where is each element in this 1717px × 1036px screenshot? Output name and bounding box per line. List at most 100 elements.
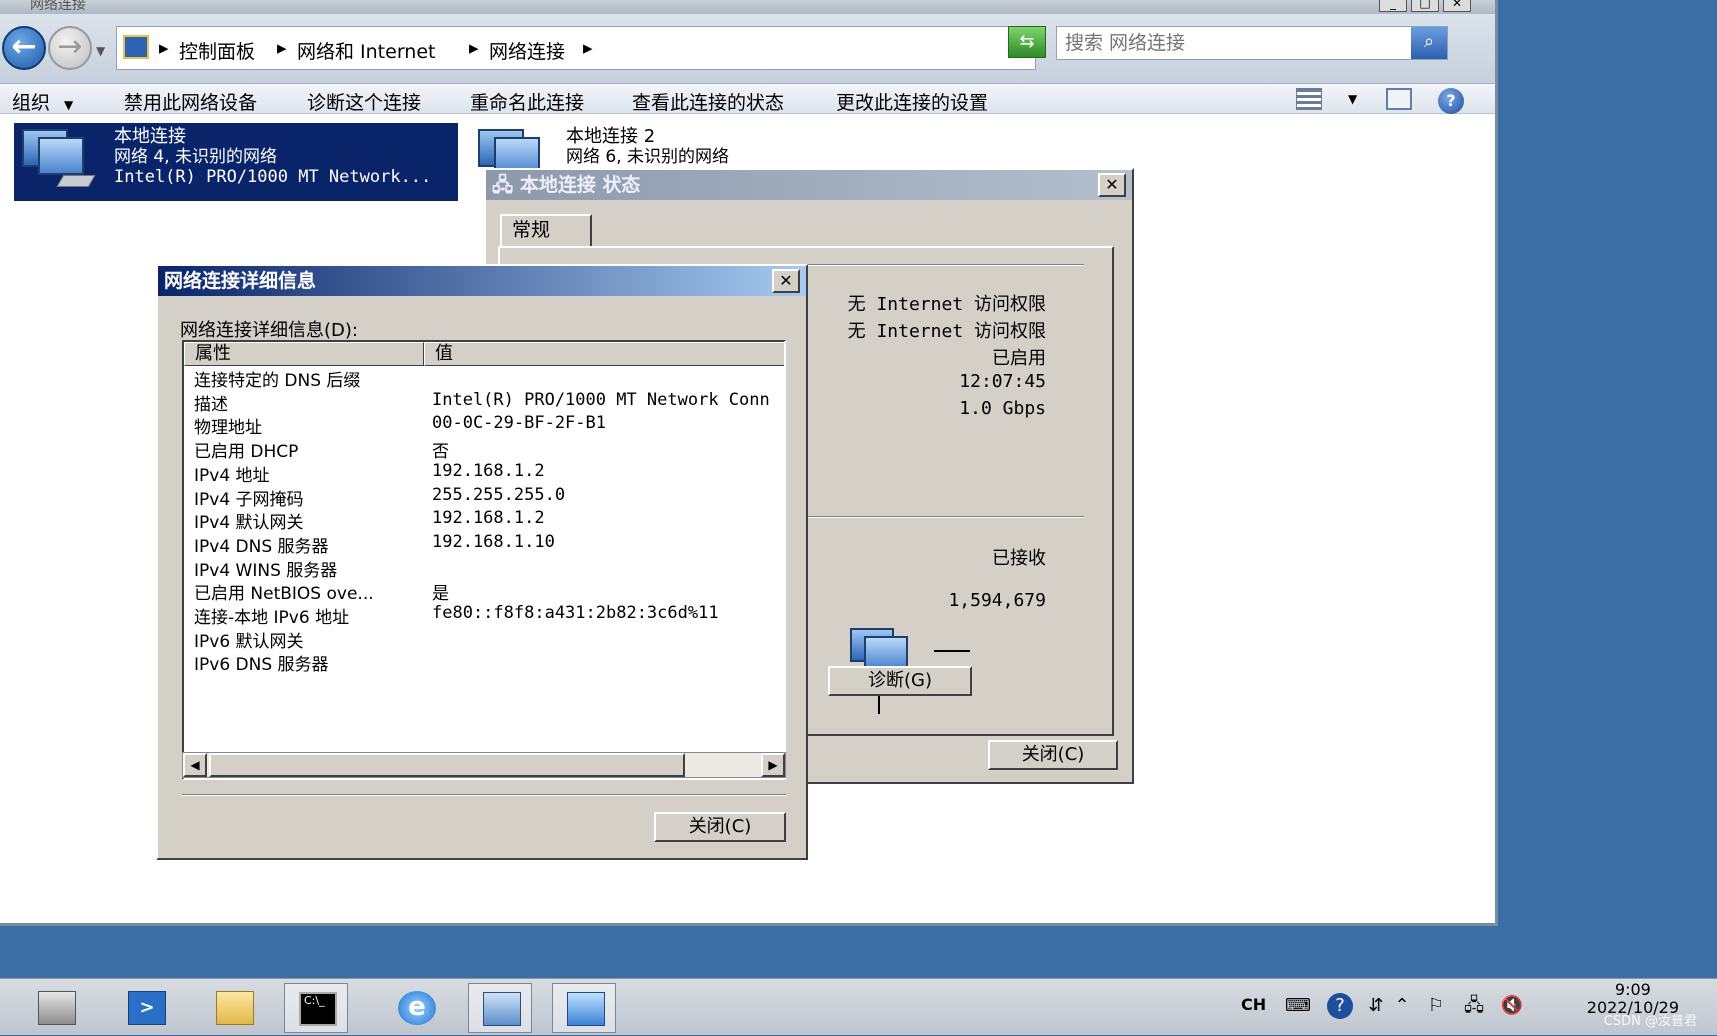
chevron-down-icon: ▼ — [64, 98, 74, 112]
column-header-value[interactable]: 值 — [424, 342, 784, 366]
dialog-title: 本地连接 状态 — [519, 174, 641, 196]
property-cell: IPv6 DNS 服务器 — [194, 655, 329, 676]
media-state-value: 已启用 — [992, 348, 1046, 369]
change-settings-button[interactable]: 更改此连接的设置 — [836, 88, 988, 115]
breadcrumb-separator[interactable]: ▸ — [583, 37, 593, 59]
taskbar-network[interactable] — [468, 983, 532, 1033]
taskbar: > C:\_ e CH ⌨ ? ⇵ ⌃ ⚐ 🖧 🔇 9:09 2022/10/2… — [0, 978, 1717, 1035]
show-hidden-icons[interactable]: ⌃ — [1389, 993, 1415, 1019]
view-status-button[interactable]: 查看此连接的状态 — [632, 88, 784, 115]
network-icon — [483, 992, 521, 1026]
property-cell: 物理地址 — [194, 418, 262, 439]
powershell-icon: > — [128, 991, 166, 1025]
breadcrumb-separator[interactable]: ▸ — [469, 37, 479, 59]
table-row[interactable]: IPv4 DNS 服务器 192.168.1.10 — [184, 532, 784, 557]
details-list[interactable]: 属性 值 连接特定的 DNS 后缀 描述 Intel(R) PRO/1000 MT … — [182, 340, 786, 780]
title-bar: 网络连接 _ □ ✕ — [0, 0, 1495, 14]
taskbar-control-panel[interactable] — [552, 983, 616, 1033]
table-row[interactable]: 物理地址 00-0C-29-BF-2F-B1 — [184, 413, 784, 439]
scroll-left-icon[interactable]: ◀ — [183, 753, 207, 777]
property-cell: IPv4 默认网关 — [194, 513, 304, 534]
breadcrumb-control-panel[interactable]: 控制面板 — [179, 37, 255, 64]
organize-menu[interactable]: 组织 ▼ — [12, 88, 73, 115]
preview-pane-icon[interactable] — [1386, 88, 1412, 110]
scroll-right-icon[interactable]: ▶ — [761, 753, 785, 777]
table-row[interactable]: IPv6 DNS 服务器 — [184, 650, 784, 676]
tab-general[interactable]: 常规 — [500, 214, 592, 248]
back-button[interactable]: ← — [2, 26, 46, 70]
property-cell: 描述 — [194, 394, 228, 415]
details-label: 网络连接详细信息(D): — [180, 320, 358, 341]
taskbar-server-manager[interactable] — [24, 983, 88, 1033]
table-row[interactable]: 连接特定的 DNS 后缀 — [184, 366, 784, 391]
table-row[interactable]: 描述 Intel(R) PRO/1000 MT Network Conn — [184, 389, 784, 415]
connection-details: 本地连接 网络 4, 未识别的网络 Intel(R) PRO/1000 MT N… — [114, 127, 431, 188]
details-close-button[interactable]: 关闭(C) — [654, 812, 786, 842]
scroll-thumb[interactable] — [209, 753, 685, 777]
rename-connection-button[interactable]: 重命名此连接 — [470, 88, 584, 115]
back-arrow-icon: ← — [11, 29, 37, 64]
input-method-icon[interactable]: ⇵ — [1363, 993, 1389, 1019]
taskbar-internet-explorer[interactable]: e — [384, 983, 448, 1033]
value-cell: Intel(R) PRO/1000 MT Network Conn — [432, 389, 770, 410]
keyboard-icon[interactable]: ⌨ — [1285, 993, 1311, 1019]
table-row[interactable]: IPv4 默认网关 192.168.1.2 — [184, 508, 784, 534]
connection-item-local[interactable]: 本地连接 网络 4, 未识别的网络 Intel(R) PRO/1000 MT N… — [14, 123, 458, 201]
table-row[interactable]: IPv4 地址 192.168.1.2 — [184, 461, 784, 486]
action-center-flag-icon[interactable]: ⚐ — [1423, 993, 1449, 1019]
table-row[interactable]: IPv4 子网掩码 255.255.255.0 — [184, 485, 784, 510]
table-row[interactable]: IPv4 WINS 服务器 — [184, 556, 784, 581]
value-cell: 否 — [432, 442, 449, 463]
table-row[interactable]: 已启用 NetBIOS ove... 是 — [184, 579, 784, 605]
recent-pages-dropdown[interactable]: ▼ — [96, 44, 105, 58]
internet-explorer-icon: e — [398, 991, 436, 1025]
connection-details: 本地连接 2 网络 6, 未识别的网络 — [566, 127, 729, 168]
forward-button[interactable]: → — [48, 26, 92, 70]
refresh-button[interactable]: ⇆ — [1008, 26, 1046, 58]
taskbar-powershell[interactable]: > — [114, 983, 178, 1033]
table-row[interactable]: 连接-本地 IPv6 地址 fe80::f8f8:a431:2b82:3c6d%1… — [184, 603, 784, 628]
breadcrumb-network-internet[interactable]: 网络和 Internet — [297, 37, 435, 64]
activity-line — [934, 650, 970, 652]
view-options-dropdown[interactable]: ▼ — [1348, 92, 1357, 106]
search-input[interactable] — [1065, 29, 1405, 57]
breadcrumb-separator[interactable]: ▸ — [159, 37, 169, 59]
help-icon[interactable]: ? — [1327, 993, 1353, 1019]
breadcrumb[interactable]: ▸ 控制面板 ▸ 网络和 Internet ▸ 网络连接 ▸ ▼ — [116, 26, 1036, 70]
close-window-button[interactable]: ✕ — [1443, 0, 1471, 12]
watermark: CSDN @汝普君 — [1603, 1014, 1697, 1029]
minimize-button[interactable]: _ — [1379, 0, 1407, 12]
diagnose-button[interactable]: 诊断(G) — [828, 666, 972, 696]
property-cell: 已启用 NetBIOS ove... — [194, 584, 374, 605]
property-cell: 连接-本地 IPv6 地址 — [194, 608, 350, 628]
volume-muted-icon[interactable]: 🔇 — [1499, 993, 1525, 1019]
clock-time: 9:09 — [1614, 980, 1651, 999]
horizontal-scrollbar[interactable]: ◀ ▶ — [182, 752, 786, 778]
close-icon[interactable]: ✕ — [1098, 173, 1126, 197]
search-box[interactable]: ⌕ — [1056, 26, 1448, 60]
breadcrumb-network-connections[interactable]: 网络连接 — [489, 37, 565, 64]
ipv6-connectivity-value: 无 Internet 访问权限 — [847, 321, 1046, 342]
status-close-button[interactable]: 关闭(C) — [988, 740, 1118, 770]
property-cell: 连接特定的 DNS 后缀 — [194, 371, 361, 391]
taskbar-cmd[interactable]: C:\_ — [284, 983, 348, 1033]
diagnose-connection-button[interactable]: 诊断这个连接 — [307, 88, 421, 115]
close-icon[interactable]: ✕ — [772, 269, 800, 293]
breadcrumb-separator[interactable]: ▸ — [277, 37, 287, 59]
dialog-title: 网络连接详细信息 — [158, 266, 806, 296]
table-row[interactable]: 已启用 DHCP 否 — [184, 437, 784, 463]
help-icon[interactable]: ? — [1438, 88, 1464, 114]
command-bar: 组织 ▼ 禁用此网络设备 诊断这个连接 重命名此连接 查看此连接的状态 更改此连接… — [0, 84, 1495, 114]
ipv4-connectivity-value: 无 Internet 访问权限 — [847, 294, 1046, 315]
language-indicator[interactable]: CH — [1241, 995, 1266, 1014]
disable-device-button[interactable]: 禁用此网络设备 — [124, 88, 257, 115]
maximize-button[interactable]: □ — [1411, 0, 1439, 12]
search-icon[interactable]: ⌕ — [1411, 27, 1447, 59]
server-manager-icon — [38, 991, 76, 1025]
column-header-property[interactable]: 属性 — [184, 342, 424, 366]
network-details-dialog: 网络连接详细信息 ✕ 网络连接详细信息(D): 属性 值 连接特定的 DNS 后… — [156, 264, 808, 860]
network-tray-icon[interactable]: 🖧 — [1461, 993, 1487, 1019]
table-row[interactable]: IPv6 默认网关 — [184, 627, 784, 652]
taskbar-explorer[interactable] — [202, 983, 266, 1033]
change-view-icon[interactable] — [1296, 88, 1322, 110]
